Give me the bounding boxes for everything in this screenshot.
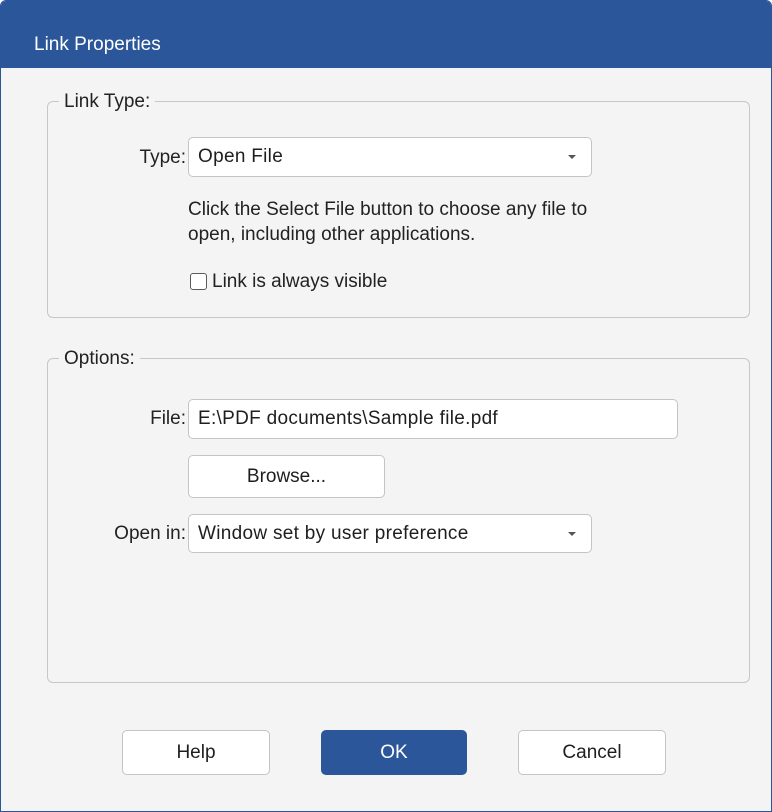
link-type-description-line1: Click the Select File button to choose a… bbox=[188, 199, 588, 220]
file-path-field[interactable]: E:\PDF documents\Sample file.pdf bbox=[188, 399, 678, 439]
browse-button-label: Browse... bbox=[246, 465, 327, 487]
ok-button-label: OK bbox=[380, 741, 408, 763]
always-visible-checkbox[interactable] bbox=[190, 273, 207, 290]
ok-button[interactable]: OK bbox=[321, 730, 467, 775]
open-in-dropdown[interactable]: Window set by user preference bbox=[188, 514, 592, 553]
cancel-button[interactable]: Cancel bbox=[518, 730, 666, 775]
link-type-group-label: Link Type: bbox=[59, 91, 156, 113]
dialog-title: Link Properties bbox=[34, 34, 161, 55]
open-in-dropdown-value: Window set by user preference bbox=[198, 522, 469, 544]
type-label: Type: bbox=[139, 147, 186, 168]
help-button-label: Help bbox=[176, 741, 216, 763]
file-label: File: bbox=[150, 408, 186, 429]
chevron-down-icon bbox=[568, 531, 576, 536]
always-visible-label[interactable]: Link is always visible bbox=[212, 271, 387, 293]
link-type-description-line2: open, including other applications. bbox=[188, 224, 476, 245]
cancel-button-label: Cancel bbox=[562, 741, 622, 763]
help-button[interactable]: Help bbox=[122, 730, 270, 775]
type-dropdown[interactable]: Open File bbox=[188, 137, 592, 177]
chevron-down-icon bbox=[568, 155, 576, 159]
link-properties-dialog: Link Properties Link Type: Type: Open Fi… bbox=[0, 0, 772, 812]
open-in-label: Open in: bbox=[114, 523, 186, 544]
file-path-value: E:\PDF documents\Sample file.pdf bbox=[198, 408, 499, 429]
title-bar[interactable]: Link Properties bbox=[1, 1, 771, 68]
options-group-label: Options: bbox=[59, 348, 140, 370]
type-dropdown-value: Open File bbox=[198, 146, 284, 167]
browse-button[interactable]: Browse... bbox=[188, 455, 385, 498]
